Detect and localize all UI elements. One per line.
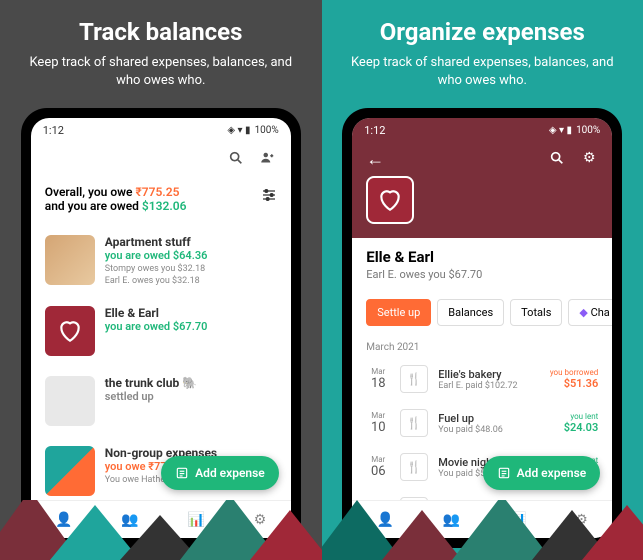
balance-summary: Overall, you owe ₹775.25 and you are owe…	[31, 173, 291, 225]
expense-date: Mar18	[366, 367, 390, 391]
tab-settle-up[interactable]: Settle up	[366, 299, 431, 326]
nav-activity-icon[interactable]: 📊	[509, 512, 526, 528]
expense-amount: $51.36	[550, 377, 598, 390]
group-image	[45, 446, 95, 496]
nav-groups-icon[interactable]: 👥	[443, 512, 460, 528]
group-status: you are owed $64.36	[105, 249, 277, 262]
track-balances-panel: Track balances Keep track of shared expe…	[0, 0, 322, 560]
panel-subtitle: Keep track of shared expenses, balances,…	[18, 54, 304, 90]
search-icon[interactable]	[227, 149, 245, 167]
back-icon[interactable]: ←	[366, 149, 384, 170]
summary-line2: and you are owed $132.06	[45, 199, 277, 213]
settings-icon[interactable]: ⚙	[580, 149, 598, 167]
group-name: Elle & Earl	[105, 306, 277, 320]
tab-cha[interactable]: ◆ Cha	[568, 299, 612, 326]
expense-name: Ellie's bakery	[438, 368, 540, 381]
summary-line1: Overall, you owe ₹775.25	[45, 185, 277, 199]
nav-friends-icon[interactable]: 👤	[55, 512, 72, 528]
status-bar: 1:12 ◈ ▾ ▮ 100%	[31, 118, 291, 143]
expense-category-icon: 🍴	[400, 365, 428, 393]
group-name: Elle & Earl	[352, 238, 612, 268]
expense-date: Mar06	[366, 455, 390, 479]
bottom-nav: 👤 👥 📊 ⚙	[352, 500, 612, 538]
status-time: 1:12	[364, 124, 385, 137]
status-time: 1:12	[43, 124, 64, 137]
top-bar	[31, 143, 291, 173]
nav-activity-icon[interactable]: 📊	[188, 512, 205, 528]
expense-item[interactable]: Mar10 🍴 Fuel upYou paid $48.06 you lent$…	[352, 401, 612, 445]
expense-item[interactable]: Mar18 🍴 Ellie's bakeryEarl E. paid $102.…	[352, 357, 612, 401]
panel-subtitle: Keep track of shared expenses, balances,…	[340, 54, 626, 90]
group-image	[45, 306, 95, 356]
add-expense-button[interactable]: Add expense	[483, 456, 601, 490]
group-header	[352, 176, 612, 238]
phone-frame: 1:12 ◈ ▾ ▮ 100% Overall, you owe ₹775.25…	[21, 108, 301, 548]
search-icon[interactable]	[548, 149, 566, 167]
nav-friends-icon[interactable]: 👤	[377, 512, 394, 528]
group-image	[45, 376, 95, 426]
group-status: settled up	[105, 390, 277, 403]
nav-account-icon[interactable]: ⚙	[575, 512, 588, 528]
group-detail: Earl E. owes you $32.18	[105, 276, 277, 286]
expense-name: Fuel up	[438, 412, 553, 425]
group-item[interactable]: Elle & Earl you are owed $67.70	[31, 296, 291, 366]
expense-label: you borrowed	[550, 368, 598, 377]
group-item[interactable]: the trunk club 🐘 settled up	[31, 366, 291, 436]
group-status: you are owed $67.70	[105, 320, 277, 333]
expense-paid: Earl E. paid $102.72	[438, 381, 540, 391]
phone-frame: 1:12 ◈ ▾ ▮ 100% ← ⚙ Elle & Earl Earl E. …	[342, 108, 622, 548]
expense-category-icon: 🍴	[400, 453, 428, 481]
status-icons: ◈ ▾ ▮ 100%	[227, 125, 278, 136]
add-group-icon[interactable]	[259, 149, 277, 167]
tabs-row: Settle upBalancesTotals◆ Cha	[352, 291, 612, 334]
bottom-nav: 👤 👥 📊 ⚙	[31, 500, 291, 538]
expense-date: Mar10	[366, 411, 390, 435]
nav-groups-icon[interactable]: 👥	[121, 512, 138, 528]
panel-title: Track balances	[18, 18, 304, 46]
tab-balances[interactable]: Balances	[437, 299, 504, 326]
status-bar: 1:12 ◈ ▾ ▮ 100%	[352, 118, 612, 143]
group-balance: Earl E. owes you $67.70	[352, 268, 612, 291]
expense-category-icon: 🍴	[400, 409, 428, 437]
phone-screen: 1:12 ◈ ▾ ▮ 100% ← ⚙ Elle & Earl Earl E. …	[352, 118, 612, 538]
status-icons: ◈ ▾ ▮ 100%	[549, 125, 600, 136]
organize-expenses-panel: Organize expenses Keep track of shared e…	[322, 0, 643, 560]
panel-title: Organize expenses	[340, 18, 626, 46]
group-name: the trunk club 🐘	[105, 376, 277, 390]
month-header: March 2021	[352, 334, 612, 357]
phone-screen: 1:12 ◈ ▾ ▮ 100% Overall, you owe ₹775.25…	[31, 118, 291, 538]
group-avatar	[366, 176, 414, 224]
group-item[interactable]: Apartment stuff you are owed $64.36 Stom…	[31, 225, 291, 296]
group-image	[45, 235, 95, 285]
top-bar: ← ⚙	[352, 143, 612, 176]
expense-label: you lent	[564, 412, 599, 421]
nav-account-icon[interactable]: ⚙	[254, 512, 267, 528]
filter-icon[interactable]	[261, 187, 277, 207]
tab-totals[interactable]: Totals	[510, 299, 562, 326]
group-detail: Stompy owes you $32.18	[105, 264, 277, 274]
add-expense-button[interactable]: Add expense	[161, 456, 279, 490]
expense-paid: You paid $48.06	[438, 425, 553, 435]
group-name: Apartment stuff	[105, 235, 277, 249]
expense-amount: $24.03	[564, 421, 599, 434]
